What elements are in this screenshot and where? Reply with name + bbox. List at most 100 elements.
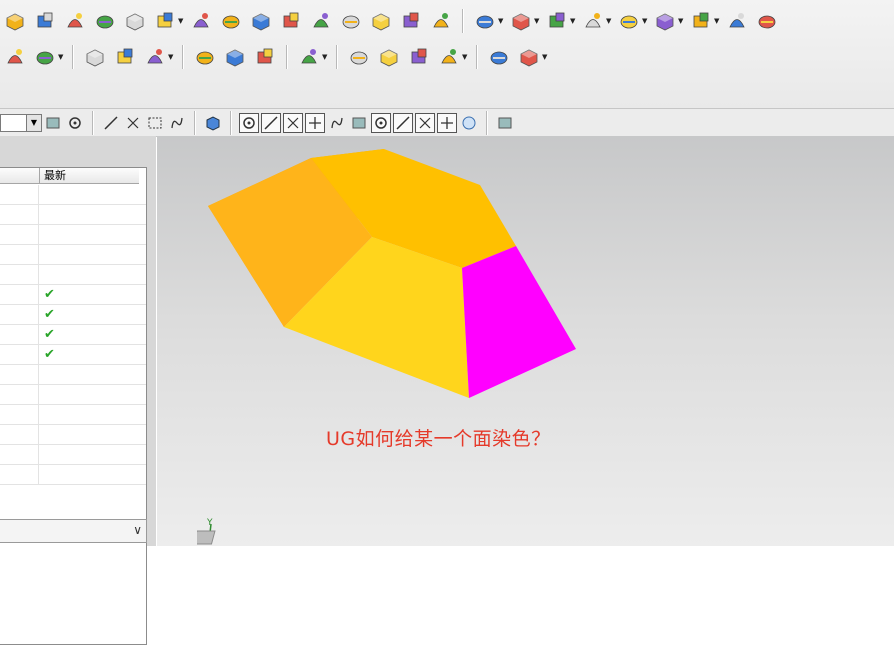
- dropdown-arrow-icon[interactable]: ▼: [26, 114, 41, 131]
- toolbar-separator: [182, 45, 184, 69]
- solid-icon[interactable]: [203, 113, 223, 133]
- chevron-down-icon[interactable]: ∨: [133, 523, 142, 537]
- table-row[interactable]: ✔: [0, 305, 146, 325]
- dropdown-arrow-icon[interactable]: ▼: [678, 17, 684, 25]
- bearing-icon[interactable]: [252, 44, 278, 70]
- edit-feature-icon[interactable]: [508, 8, 534, 34]
- column-header-latest[interactable]: 最新: [39, 168, 139, 184]
- dropdown-arrow-icon[interactable]: ▼: [606, 17, 612, 25]
- reorder-icon[interactable]: [688, 8, 714, 34]
- measure-icon[interactable]: [406, 44, 432, 70]
- rectangle-select-icon[interactable]: [145, 113, 165, 133]
- table-row[interactable]: [0, 425, 146, 445]
- pattern-icon[interactable]: [92, 8, 118, 34]
- part-list-icon[interactable]: [486, 44, 512, 70]
- assembly-icon[interactable]: [2, 44, 28, 70]
- text-icon[interactable]: [32, 44, 58, 70]
- dropdown-arrow-icon[interactable]: ▼: [498, 17, 504, 25]
- boolean-icon[interactable]: [122, 8, 148, 34]
- table-row[interactable]: [0, 465, 146, 485]
- cylinder-icon[interactable]: [192, 44, 218, 70]
- circle-icon[interactable]: [393, 112, 413, 133]
- triangle-icon[interactable]: [346, 44, 372, 70]
- table-row[interactable]: [0, 265, 146, 285]
- toolbar-separator: [486, 110, 488, 135]
- component-icon[interactable]: [516, 44, 542, 70]
- column-divider: [38, 405, 39, 425]
- dropdown-arrow-icon[interactable]: ▼: [58, 53, 64, 61]
- select-icon[interactable]: [65, 113, 85, 133]
- table-row[interactable]: [0, 365, 146, 385]
- cross-icon[interactable]: [415, 112, 435, 133]
- table-row[interactable]: [0, 205, 146, 225]
- table-row[interactable]: [0, 245, 146, 265]
- table-row[interactable]: ✔: [0, 285, 146, 305]
- render-icon[interactable]: [167, 113, 187, 133]
- feature-icon[interactable]: [152, 8, 178, 34]
- move-icon[interactable]: [261, 112, 281, 133]
- line-icon[interactable]: [283, 112, 303, 133]
- tool-icon[interactable]: [296, 44, 322, 70]
- table-icon[interactable]: [376, 44, 402, 70]
- table-row[interactable]: [0, 385, 146, 405]
- offset-icon[interactable]: [754, 8, 780, 34]
- toolbar-area: ▼ ▼ ▼ ▼ ▼ ▼ ▼ ▼ ▼ ▼ ▼ ▼ ▼: [0, 0, 894, 108]
- analysis-icon[interactable]: [436, 44, 462, 70]
- dropdown-arrow-icon[interactable]: ▼: [322, 53, 328, 61]
- table-row[interactable]: [0, 225, 146, 245]
- emboss-icon[interactable]: [32, 8, 58, 34]
- column-header-name[interactable]: [0, 168, 39, 184]
- navigator-bottom-dropdown[interactable]: ∨: [0, 519, 147, 543]
- dropdown-arrow-icon[interactable]: ▼: [542, 53, 548, 61]
- curve-icon[interactable]: [82, 44, 108, 70]
- pad-icon[interactable]: [62, 8, 88, 34]
- spring-icon[interactable]: [222, 44, 248, 70]
- surface-icon[interactable]: [428, 8, 454, 34]
- snap-icon[interactable]: [101, 113, 121, 133]
- diagonal-icon[interactable]: [305, 112, 325, 133]
- snap-point-icon[interactable]: [239, 112, 259, 133]
- grid-icon[interactable]: [495, 113, 515, 133]
- dropdown-arrow-icon[interactable]: ▼: [570, 17, 576, 25]
- graphics-viewport[interactable]: [157, 136, 894, 546]
- table-row[interactable]: [0, 405, 146, 425]
- table-row[interactable]: ✔: [0, 345, 146, 365]
- shell-icon[interactable]: [308, 8, 334, 34]
- delete-feature-icon[interactable]: [544, 8, 570, 34]
- blend-icon[interactable]: [398, 8, 424, 34]
- more-icon[interactable]: [472, 8, 498, 34]
- view-section-icon[interactable]: [142, 44, 168, 70]
- face-blend-icon[interactable]: [368, 8, 394, 34]
- slash-icon[interactable]: [437, 112, 457, 133]
- dropdown-arrow-icon[interactable]: ▼: [534, 17, 540, 25]
- point-icon[interactable]: [123, 113, 143, 133]
- dropdown-arrow-icon[interactable]: ▼: [168, 53, 174, 61]
- dropdown-arrow-icon[interactable]: ▼: [178, 17, 184, 25]
- quadrant-icon[interactable]: [459, 113, 479, 133]
- thicken-icon[interactable]: [278, 8, 304, 34]
- dropdown-arrow-icon[interactable]: ▼: [642, 17, 648, 25]
- sweep-icon[interactable]: [218, 8, 244, 34]
- filter-icon[interactable]: [43, 113, 63, 133]
- replace-icon[interactable]: [652, 8, 678, 34]
- box-icon[interactable]: [188, 8, 214, 34]
- draft-icon[interactable]: [724, 8, 750, 34]
- toolbar-separator: [462, 9, 464, 33]
- flange-icon[interactable]: [248, 8, 274, 34]
- part-icon[interactable]: [338, 8, 364, 34]
- table-row[interactable]: [0, 185, 146, 205]
- column-divider: [38, 445, 39, 465]
- part-navigator-grid: 最新 ✔✔✔✔ ▸: [0, 167, 147, 645]
- circle-center-icon[interactable]: [371, 112, 391, 133]
- move-feature-icon[interactable]: [616, 8, 642, 34]
- dropdown-arrow-icon[interactable]: ▼: [462, 53, 468, 61]
- dropdown-arrow-icon[interactable]: ▼: [714, 17, 720, 25]
- table-row[interactable]: ✔: [0, 325, 146, 345]
- surface-edit-icon[interactable]: [112, 44, 138, 70]
- block-icon[interactable]: [2, 8, 28, 34]
- suppress-icon[interactable]: [580, 8, 606, 34]
- intersection-icon[interactable]: [349, 113, 369, 133]
- table-row[interactable]: [0, 445, 146, 465]
- curve-point-icon[interactable]: [327, 113, 347, 133]
- type-filter-combo[interactable]: ▼: [0, 113, 42, 132]
